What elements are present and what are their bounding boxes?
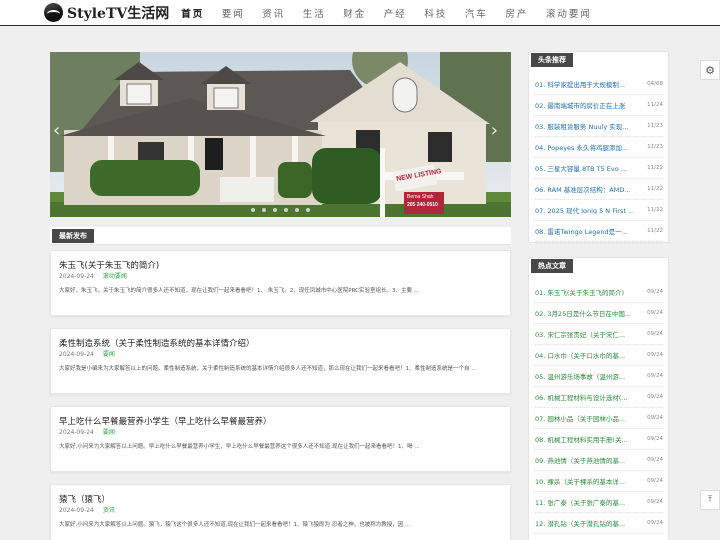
nav-news[interactable]: 要闻	[222, 6, 245, 20]
settings-button[interactable]: ⚙	[700, 60, 720, 80]
site-logo[interactable]: StyleTV生活网	[44, 0, 169, 26]
latest-heading: 最新发布	[52, 229, 94, 243]
top-navbar: StyleTV生活网 首页 要闻 资讯 生活 财金 产经 科技 汽车 房产 滚动…	[0, 0, 720, 26]
chevron-left-icon[interactable]: ‹	[53, 120, 60, 141]
top-recommend-box: 头条推荐 01. 科学家提出用于大规模制... 04/08 02. 最南端城市的房…	[528, 51, 669, 243]
slider-dot[interactable]	[251, 208, 255, 212]
post-excerpt: 大家好,小问来为大家解答以上问题。早上吃什么早餐最营养小学生，早上吃什么早餐最营…	[59, 444, 420, 450]
slider-dot[interactable]	[284, 208, 288, 212]
latest-section-header: 最新发布	[50, 227, 511, 245]
list-item[interactable]: 06. RAM 基准层次结构：AMD... 11/22	[535, 179, 663, 200]
post-meta: 2024-09-24 资讯	[59, 505, 115, 514]
post-meta: 2024-09-24 要闻	[59, 427, 115, 436]
post-card[interactable]: 朱玉飞(关于朱玉飞的简介) 2024-09-24 滚动要闻 大家好，朱玉飞，关于朱…	[50, 250, 511, 316]
tv-logo-icon	[44, 3, 63, 22]
post-category[interactable]: 要闻	[103, 429, 115, 436]
list-item[interactable]: 03. 服装租赁服务 Nuuly 实现... 11/23	[535, 116, 663, 137]
list-item[interactable]: 03. 宋仁宗张贵妃（关于宋仁... 09/24	[535, 324, 663, 345]
nav-auto[interactable]: 汽车	[465, 6, 488, 20]
post-title[interactable]: 柔性制造系统（关于柔性制造系统的基本详情介绍）	[59, 337, 255, 349]
banner-slider[interactable]: NEW LISTING Berna Shah 205 240-0510 ‹ ›	[50, 52, 511, 217]
list-item[interactable]: 04. 口水巾（关于口水巾的基... 09/24	[535, 345, 663, 366]
hot-heading: 热点文章	[531, 259, 573, 273]
top-heading: 头条推荐	[531, 53, 573, 67]
list-item[interactable]: 06. 机械工程材料与设计选材(... 09/24	[535, 387, 663, 408]
post-category[interactable]: 要闻	[103, 351, 115, 358]
post-card[interactable]: 柔性制造系统（关于柔性制造系统的基本详情介绍） 2024-09-24 要闻 大家好…	[50, 328, 511, 394]
list-item[interactable]: 02. 3月25日是什么节日在中国... 09/24	[535, 303, 663, 324]
nav-realestate[interactable]: 房产	[505, 6, 528, 20]
list-item[interactable]: 11. 张广泰（关于张广泰的基... 09/24	[535, 492, 663, 513]
post-category[interactable]: 资讯	[103, 507, 115, 514]
nav-home[interactable]: 首页	[181, 6, 204, 20]
post-date: 2024-09-24	[59, 273, 94, 280]
list-item[interactable]: 07. 园林小品（关于园林小品... 09/24	[535, 408, 663, 429]
back-to-top-button[interactable]: ⤒	[700, 490, 720, 510]
slider-dot[interactable]	[262, 208, 266, 212]
nav-tech[interactable]: 科技	[424, 6, 447, 20]
list-item[interactable]: 09. 燕池情（关于燕池情的基... 09/24	[535, 450, 663, 471]
banner-image	[50, 52, 511, 217]
slider-dot[interactable]	[295, 208, 299, 212]
post-card[interactable]: 猿飞（猿飞） 2024-09-24 资讯 大家好,小问来为大家解答以上问题。猿飞，…	[50, 484, 511, 540]
site-name: StyleTV生活网	[67, 5, 170, 22]
list-item[interactable]: 08. 雷诺Twingo Legend是一... 11/22	[535, 221, 663, 242]
post-date: 2024-09-24	[59, 351, 94, 358]
list-item[interactable]: 12. 潜孔钻（关于潜孔钻的基... 09/24	[535, 513, 663, 534]
list-item[interactable]: 10. 裸杀（关于裸杀的基本详... 09/24	[535, 471, 663, 492]
list-item[interactable]: 01. 朱玉飞(关于朱玉飞的简介) 09/24	[535, 282, 663, 303]
nav-rolling-news[interactable]: 滚动要闻	[546, 6, 592, 20]
nav-life[interactable]: 生活	[303, 6, 326, 20]
nav-finance[interactable]: 财金	[343, 6, 366, 20]
post-excerpt: 大家好我是小编来为大家解答以上的问题。柔性制造系统，关于柔性制造系统的基本详情介…	[59, 366, 477, 372]
post-date: 2024-09-24	[59, 429, 94, 436]
post-title[interactable]: 朱玉飞(关于朱玉飞的简介)	[59, 259, 159, 271]
slider-dot[interactable]	[273, 208, 277, 212]
post-meta: 2024-09-24 滚动要闻	[59, 271, 127, 280]
list-item[interactable]: 04. Popeyes 永久将鸡腿添加... 11/23	[535, 137, 663, 158]
nav-industry[interactable]: 产经	[384, 6, 407, 20]
slider-dots	[50, 208, 511, 212]
post-excerpt: 大家好，朱玉飞，关于朱玉飞的简介很多人还不知道，现在让我们一起来看看吧！1、 朱…	[59, 288, 419, 294]
post-card[interactable]: 早上吃什么早餐最营养小学生（早上吃什么早餐最营养） 2024-09-24 要闻 大…	[50, 406, 511, 472]
post-meta: 2024-09-24 要闻	[59, 349, 115, 358]
chevron-right-icon[interactable]: ›	[491, 120, 498, 141]
post-category[interactable]: 滚动要闻	[103, 273, 127, 280]
nav-info[interactable]: 资讯	[262, 6, 285, 20]
list-item[interactable]: 01. 科学家提出用于大规模制... 04/08	[535, 74, 663, 95]
sign-agent-name: Berna Shah	[407, 194, 434, 200]
list-item[interactable]: 05. 三星大容量 8TB T5 Evo ... 11/22	[535, 158, 663, 179]
post-excerpt: 大家好,小问来为大家解答以上问题。猿飞，猿飞这个很多人还不知道,现在让我们一起来…	[59, 522, 411, 528]
hot-articles-box: 热点文章 01. 朱玉飞(关于朱玉飞的简介) 09/24 02. 3月25日是什么…	[528, 257, 669, 540]
list-item[interactable]: 02. 最南端城市的房价正在上涨 11/24	[535, 95, 663, 116]
post-date: 2024-09-24	[59, 507, 94, 514]
list-item[interactable]: 05. 温州游乐场事故（温州游... 09/24	[535, 366, 663, 387]
post-title[interactable]: 早上吃什么早餐最营养小学生（早上吃什么早餐最营养）	[59, 415, 272, 427]
slider-dot[interactable]	[306, 208, 310, 212]
arrow-up-icon: ⤒	[708, 495, 712, 505]
list-item[interactable]: 08. 机械工程材料实用手册(关... 09/24	[535, 429, 663, 450]
gear-icon: ⚙	[705, 63, 715, 77]
list-item[interactable]: 07. 2025 现代 Ioniq 5 N First ... 11/22	[535, 200, 663, 221]
post-title[interactable]: 猿飞（猿飞）	[59, 493, 110, 505]
main-nav: 首页 要闻 资讯 生活 财金 产经 科技 汽车 房产 滚动要闻	[181, 0, 609, 26]
